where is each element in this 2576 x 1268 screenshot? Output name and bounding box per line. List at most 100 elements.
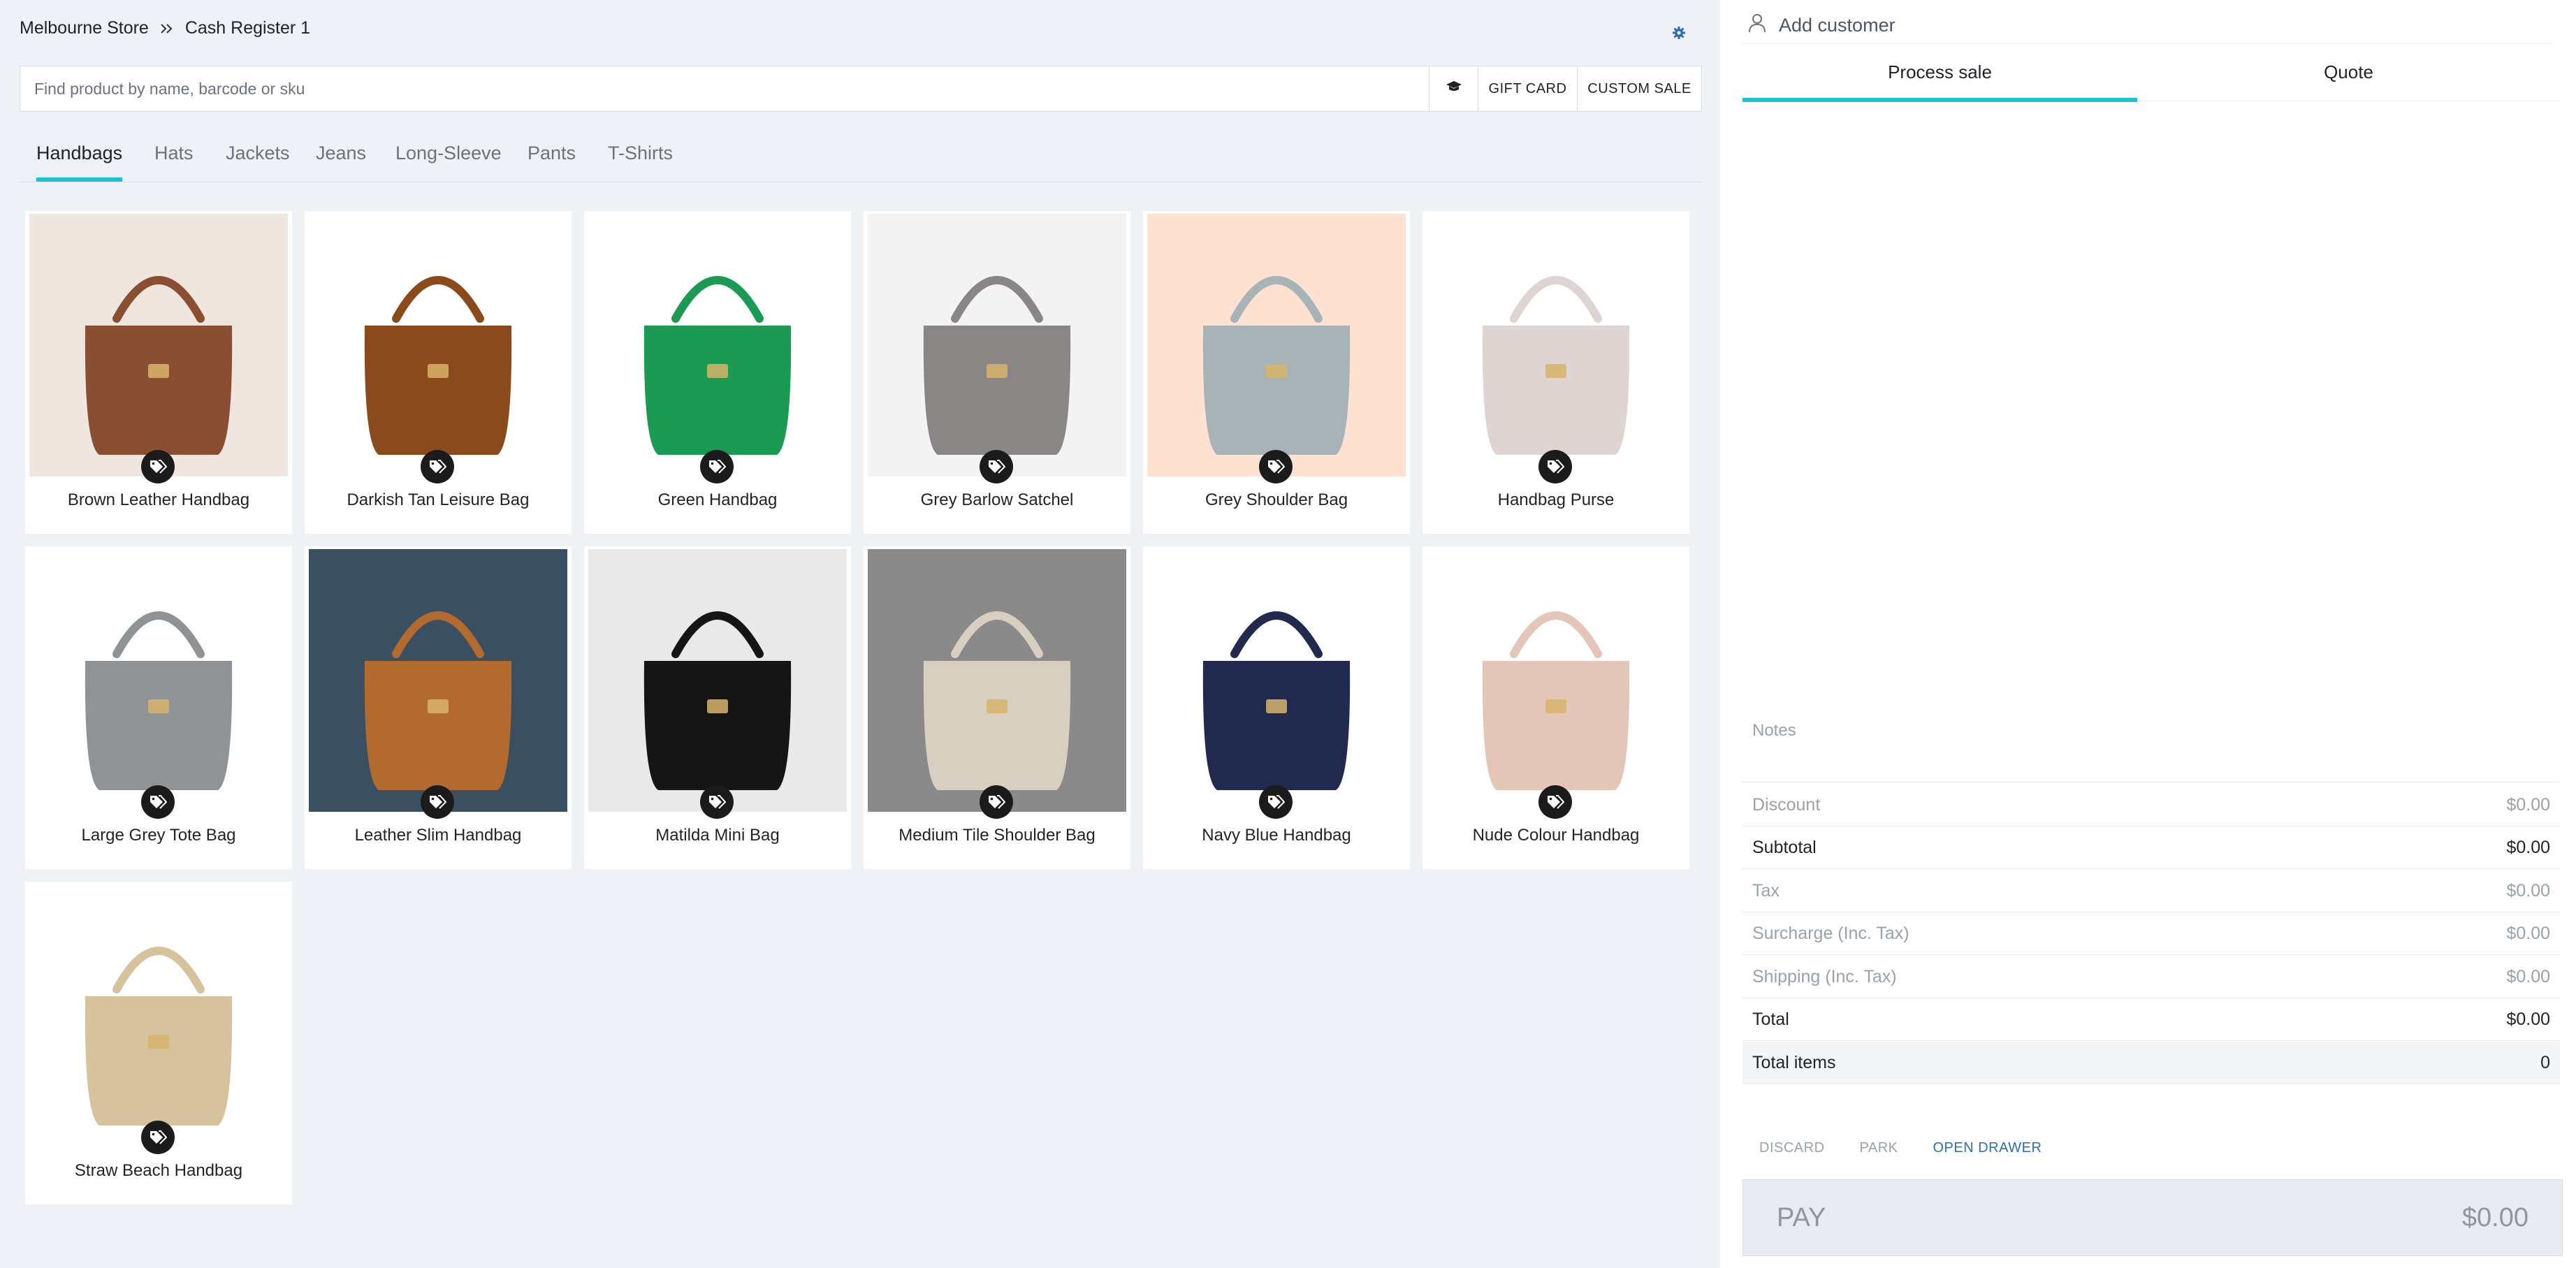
subtotal-label: Subtotal [1752,837,1817,857]
sale-panel: Add customer Process sale Quote Discount… [1720,0,2576,1268]
product-search-input[interactable] [20,66,1429,111]
product-name: Brown Leather Handbag [67,490,250,509]
pay-amount: $0.00 [2461,1202,2528,1232]
tag-icon[interactable] [141,785,175,819]
tab-long-sleeve[interactable]: Long-Sleeve [395,136,502,182]
product-card[interactable]: Nude Colour Handbag [1422,546,1689,869]
product-name: Handbag Purse [1497,490,1615,509]
total-value: $0.00 [2506,1009,2550,1029]
shipping-value: $0.00 [2506,966,2550,986]
subtotal-value: $0.00 [2506,837,2550,857]
product-image [1147,549,1406,812]
tab-t-shirts[interactable]: T-Shirts [608,136,673,182]
discount-row[interactable]: Discount $0.00 [1742,784,2560,826]
tab-pants[interactable]: Pants [527,136,576,182]
add-customer-button[interactable]: Add customer [1742,7,2553,44]
product-card[interactable]: Grey Shoulder Bag [1143,211,1410,534]
tag-icon[interactable] [700,785,734,819]
discount-value: $0.00 [2506,794,2550,815]
user-icon [1742,13,1779,38]
tab-jeans[interactable]: Jeans [316,136,366,182]
handbag-icon [85,947,233,1125]
gear-icon[interactable] [1671,25,1687,41]
sale-actions: DISCARD PARK OPEN DRAWER [1759,1140,2076,1156]
tag-icon[interactable] [980,785,1013,819]
total-label: Total [1752,1009,1789,1029]
tag-icon[interactable] [421,785,454,819]
product-card[interactable]: Large Grey Tote Bag [25,546,292,869]
product-panel: Melbourne Store Cash Register 1 GIFT CAR… [0,0,1720,1268]
graduation-cap-icon [1446,80,1462,97]
tag-icon[interactable] [1538,785,1572,819]
product-name: Grey Barlow Satchel [920,490,1074,509]
surcharge-row[interactable]: Surcharge (Inc. Tax) $0.00 [1742,912,2560,955]
product-name: Navy Blue Handbag [1202,826,1351,845]
product-image [868,549,1126,812]
product-image [588,214,847,476]
tag-icon[interactable] [980,450,1013,483]
product-card[interactable]: Matilda Mini Bag [584,546,851,869]
handbag-icon [85,611,233,790]
breadcrumb-register[interactable]: Cash Register 1 [185,18,310,38]
shipping-row[interactable]: Shipping (Inc. Tax) $0.00 [1742,956,2560,998]
tab-quote[interactable]: Quote [2151,54,2546,101]
pay-label: PAY [1777,1202,1826,1232]
breadcrumb: Melbourne Store Cash Register 1 [20,18,310,38]
product-name: Grey Shoulder Bag [1205,490,1348,509]
total-items-row: Total items 0 [1742,1042,2560,1084]
tab-jackets[interactable]: Jackets [226,136,290,182]
product-name: Straw Beach Handbag [74,1161,243,1180]
product-image [1147,214,1406,476]
pay-button[interactable]: PAY $0.00 [1742,1179,2563,1256]
shipping-label: Shipping (Inc. Tax) [1752,966,1897,986]
gift-card-button[interactable]: GIFT CARD [1478,66,1577,111]
handbag-icon [364,611,512,790]
tag-icon[interactable] [141,450,175,483]
custom-sale-button[interactable]: CUSTOM SALE [1577,66,1701,111]
tag-icon[interactable] [700,450,734,483]
product-card[interactable]: Medium Tile Shoulder Bag [864,546,1130,869]
tax-row: Tax $0.00 [1742,870,2560,912]
breadcrumb-store[interactable]: Melbourne Store [20,18,149,38]
tag-icon[interactable] [421,450,454,483]
discount-label: Discount [1752,794,1821,815]
discard-button[interactable]: DISCARD [1759,1140,1825,1156]
handbag-icon [643,611,792,790]
product-name: Leather Slim Handbag [354,826,522,845]
product-image [868,214,1126,476]
tag-icon[interactable] [1259,450,1293,483]
tag-icon[interactable] [1259,785,1293,819]
handbag-icon [923,276,1071,455]
tab-hats[interactable]: Hats [154,136,194,182]
product-card[interactable]: Grey Barlow Satchel [864,211,1130,534]
tab-handbags[interactable]: Handbags [36,136,123,182]
product-card[interactable]: Leather Slim Handbag [305,546,572,869]
product-card[interactable]: Straw Beach Handbag [25,882,292,1204]
handbag-icon [1202,611,1351,790]
product-card[interactable]: Navy Blue Handbag [1143,546,1410,869]
tab-process-sale[interactable]: Process sale [1742,54,2137,102]
product-card[interactable]: Darkish Tan Leisure Bag [305,211,572,534]
category-tabs: Handbags Hats Jackets Jeans Long-Sleeve … [20,136,1702,182]
park-button[interactable]: PARK [1860,1140,1898,1156]
add-customer-label: Add customer [1779,14,1895,36]
total-items-label: Total items [1752,1052,1836,1072]
product-card[interactable]: Green Handbag [584,211,851,534]
product-card[interactable]: Brown Leather Handbag [25,211,292,534]
tag-icon[interactable] [141,1121,175,1154]
product-image [29,214,288,476]
chevron-right-icon [160,23,174,34]
tag-icon[interactable] [1538,450,1572,483]
sale-tabs: Process sale Quote [1742,54,2560,102]
handbag-icon [364,276,512,455]
product-name: Darkish Tan Leisure Bag [347,490,530,509]
product-name: Matilda Mini Bag [655,826,780,845]
total-items-value: 0 [2540,1052,2550,1072]
open-drawer-button[interactable]: OPEN DRAWER [1933,1140,2042,1156]
handbag-icon [923,611,1071,790]
surcharge-value: $0.00 [2506,923,2550,943]
scanner-button[interactable] [1429,66,1478,111]
product-name: Nude Colour Handbag [1472,826,1640,845]
notes-input[interactable] [1742,713,2560,782]
product-card[interactable]: Handbag Purse [1422,211,1689,534]
